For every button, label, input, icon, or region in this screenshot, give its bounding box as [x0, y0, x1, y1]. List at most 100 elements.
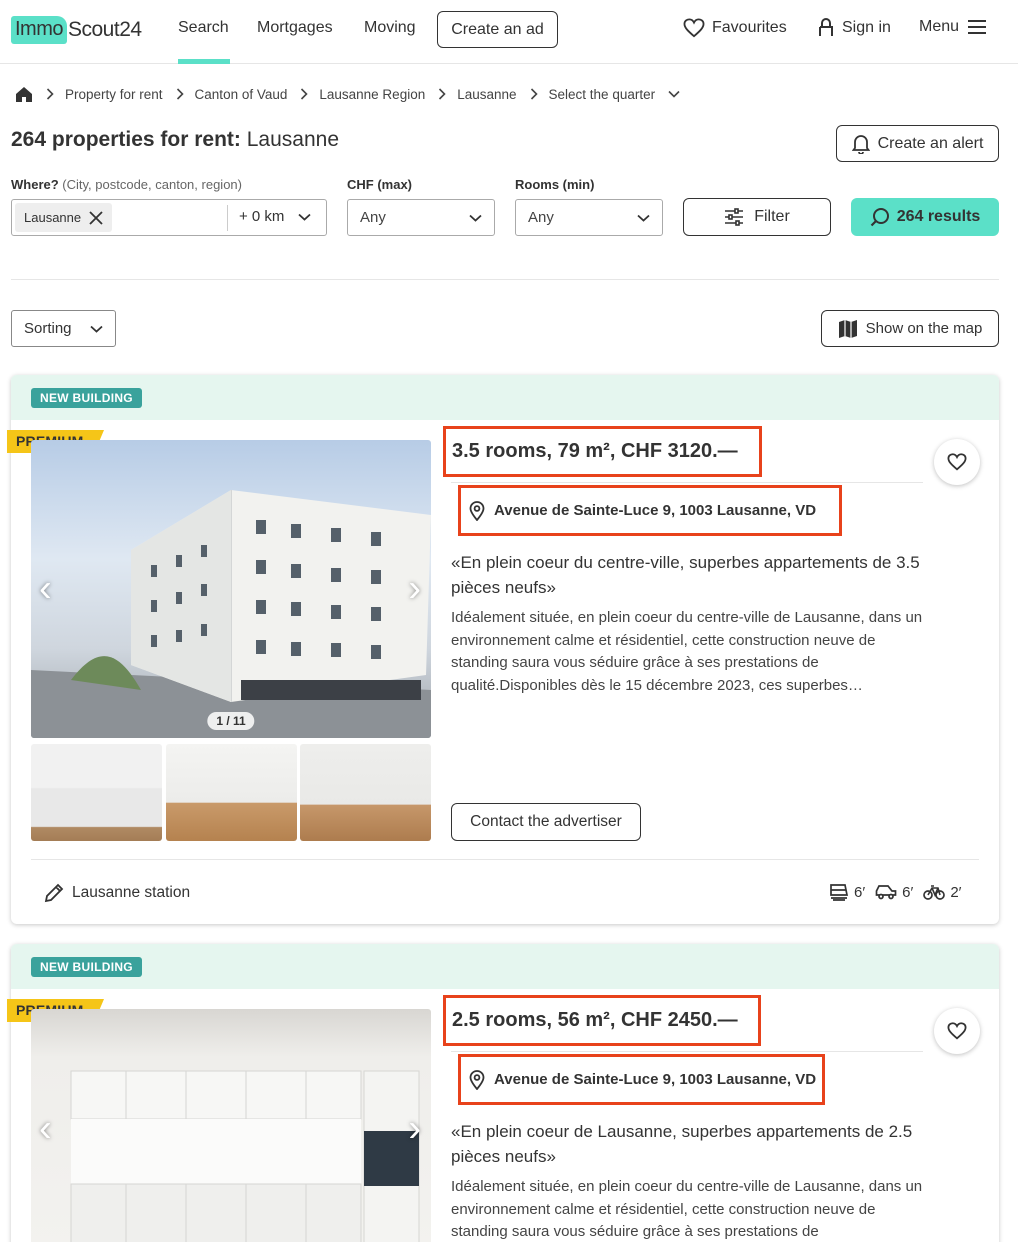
thumbnail-kitchen[interactable]	[31, 744, 162, 841]
next-photo-arrow[interactable]: ›	[408, 1108, 421, 1151]
sliders-icon	[725, 208, 744, 226]
previous-photo-arrow[interactable]: ‹	[39, 568, 52, 611]
bike-time: 2′	[923, 884, 961, 901]
nav-active-indicator	[178, 59, 230, 64]
listing-main-photo[interactable]: ‹ ›	[31, 1009, 431, 1242]
location-pin-icon	[469, 500, 485, 521]
favourite-button[interactable]	[934, 439, 980, 485]
chevron-right-icon	[176, 88, 184, 100]
sign-in-link[interactable]: Sign in	[818, 18, 891, 37]
chevron-right-icon	[530, 88, 538, 100]
create-alert-label: Create an alert	[877, 134, 984, 152]
user-icon	[819, 18, 833, 36]
chf-max-select[interactable]: Any	[347, 199, 495, 236]
next-photo-arrow[interactable]: ›	[408, 568, 421, 611]
favourites-label: Favourites	[712, 19, 787, 36]
chevron-right-icon	[438, 88, 446, 100]
listing-description: Idéalement située, en plein coeur du cen…	[451, 609, 923, 694]
results-count: 264 properties for rent:	[11, 128, 241, 151]
chevron-down-icon	[90, 325, 103, 333]
listing-card[interactable]: NEW BUILDING PREMIUM ‹ › 2.5 rooms, 56 m…	[7, 944, 999, 1242]
address-text: Avenue de Sainte-Luce 9, 1003 Lausanne, …	[494, 502, 817, 519]
sorting-label: Sorting	[24, 320, 72, 337]
favourite-button[interactable]	[934, 1008, 980, 1054]
field-divider	[227, 205, 228, 231]
nav-search[interactable]: Search	[178, 19, 229, 37]
chevron-down-icon	[469, 214, 482, 222]
search-icon	[870, 208, 889, 227]
listing-band	[11, 944, 999, 989]
sorting-select[interactable]: Sorting	[11, 310, 116, 347]
listing-main-photo[interactable]: ‹ › 1 / 11	[31, 440, 431, 738]
contact-advertiser-button[interactable]: Contact the advertiser	[451, 803, 641, 841]
show-on-map-button[interactable]: Show on the map	[821, 310, 999, 347]
rooms-label: Rooms (min)	[515, 177, 595, 192]
listing-card[interactable]: NEW BUILDING PREMIUM ‹ › 1 / 11 3.5 ro	[7, 375, 999, 924]
location-chip[interactable]: Lausanne	[15, 203, 112, 232]
train-time: 6′	[829, 883, 865, 901]
previous-photo-arrow[interactable]: ‹	[39, 1108, 52, 1151]
sign-in-label: Sign in	[842, 18, 891, 36]
breadcrumb-quarter-select[interactable]: Select the quarter	[549, 87, 656, 102]
breadcrumb-canton[interactable]: Canton of Vaud	[195, 87, 288, 102]
heart-icon	[947, 1022, 967, 1040]
listing-band	[11, 375, 999, 420]
chevron-down-icon	[298, 213, 312, 221]
building-photo	[31, 490, 431, 738]
show-results-button[interactable]: 264 results	[851, 198, 999, 236]
favourites-link[interactable]: Favourites	[683, 18, 787, 38]
new-building-badge: NEW BUILDING	[31, 388, 142, 408]
chevron-down-icon	[637, 214, 650, 222]
bell-icon	[851, 134, 870, 154]
address-text: Avenue de Sainte-Luce 9, 1003 Lausanne, …	[494, 1071, 817, 1088]
breadcrumb-city[interactable]: Lausanne	[457, 87, 516, 102]
thumbnail-room[interactable]	[300, 744, 431, 841]
nav-mortgages[interactable]: Mortgages	[257, 19, 333, 37]
train-icon	[830, 884, 849, 901]
rooms-min-select[interactable]: Any	[515, 199, 663, 236]
car-time: 6′	[875, 884, 913, 901]
home-icon[interactable]	[15, 86, 33, 103]
listing-title[interactable]: 3.5 rooms, 79 m², CHF 3120.—	[443, 426, 762, 477]
logo-scout: Scout24	[68, 18, 142, 41]
station-distance[interactable]: Lausanne station	[44, 883, 190, 903]
new-building-badge: NEW BUILDING	[31, 957, 142, 977]
where-label: Where? (City, postcode, canton, region)	[11, 177, 242, 192]
thumbnail-living-room[interactable]	[166, 744, 297, 841]
results-label: 264 results	[896, 208, 981, 225]
breadcrumb-property-for-rent[interactable]: Property for rent	[65, 87, 163, 102]
radius-value: + 0 km	[239, 208, 285, 225]
chf-max-value: Any	[360, 209, 386, 226]
show-on-map-label: Show on the map	[865, 320, 983, 337]
card-divider	[31, 859, 979, 860]
rooms-min-value: Any	[528, 209, 554, 226]
breadcrumb-region[interactable]: Lausanne Region	[319, 87, 425, 102]
create-alert-button[interactable]: Create an alert	[836, 125, 999, 162]
listing-title[interactable]: 2.5 rooms, 56 m², CHF 2450.—	[443, 995, 761, 1046]
title-divider	[451, 1051, 923, 1052]
immoscout24-logo[interactable]: Immo Scout24	[11, 15, 142, 45]
kitchen-photo	[70, 1070, 420, 1242]
close-icon[interactable]	[89, 210, 103, 225]
menu-label: Menu	[919, 18, 960, 35]
logo-immo: Immo	[11, 16, 67, 44]
listing-headline: «En plein coeur du centre-ville, superbe…	[451, 553, 920, 597]
filter-label: Filter	[754, 208, 790, 225]
car-icon	[875, 885, 897, 900]
filter-button[interactable]: Filter	[683, 198, 831, 236]
create-ad-button[interactable]: Create an ad	[437, 11, 558, 48]
section-divider	[11, 279, 999, 280]
menu-button[interactable]: Menu	[919, 18, 987, 36]
where-field[interactable]: Lausanne + 0 km	[11, 199, 327, 236]
chevron-down-icon[interactable]	[668, 90, 680, 98]
page-title: 264 properties for rent: Lausanne	[11, 128, 339, 152]
radius-select[interactable]: + 0 km	[239, 208, 312, 225]
location-chip-label: Lausanne	[24, 210, 82, 225]
bike-icon	[923, 885, 946, 900]
chf-label: CHF (max)	[347, 177, 413, 192]
listing-address: Avenue de Sainte-Luce 9, 1003 Lausanne, …	[458, 1054, 825, 1105]
hamburger-icon	[968, 20, 987, 34]
heart-icon	[683, 18, 705, 38]
nav-moving[interactable]: Moving	[364, 19, 416, 37]
results-location: Lausanne	[246, 128, 340, 151]
